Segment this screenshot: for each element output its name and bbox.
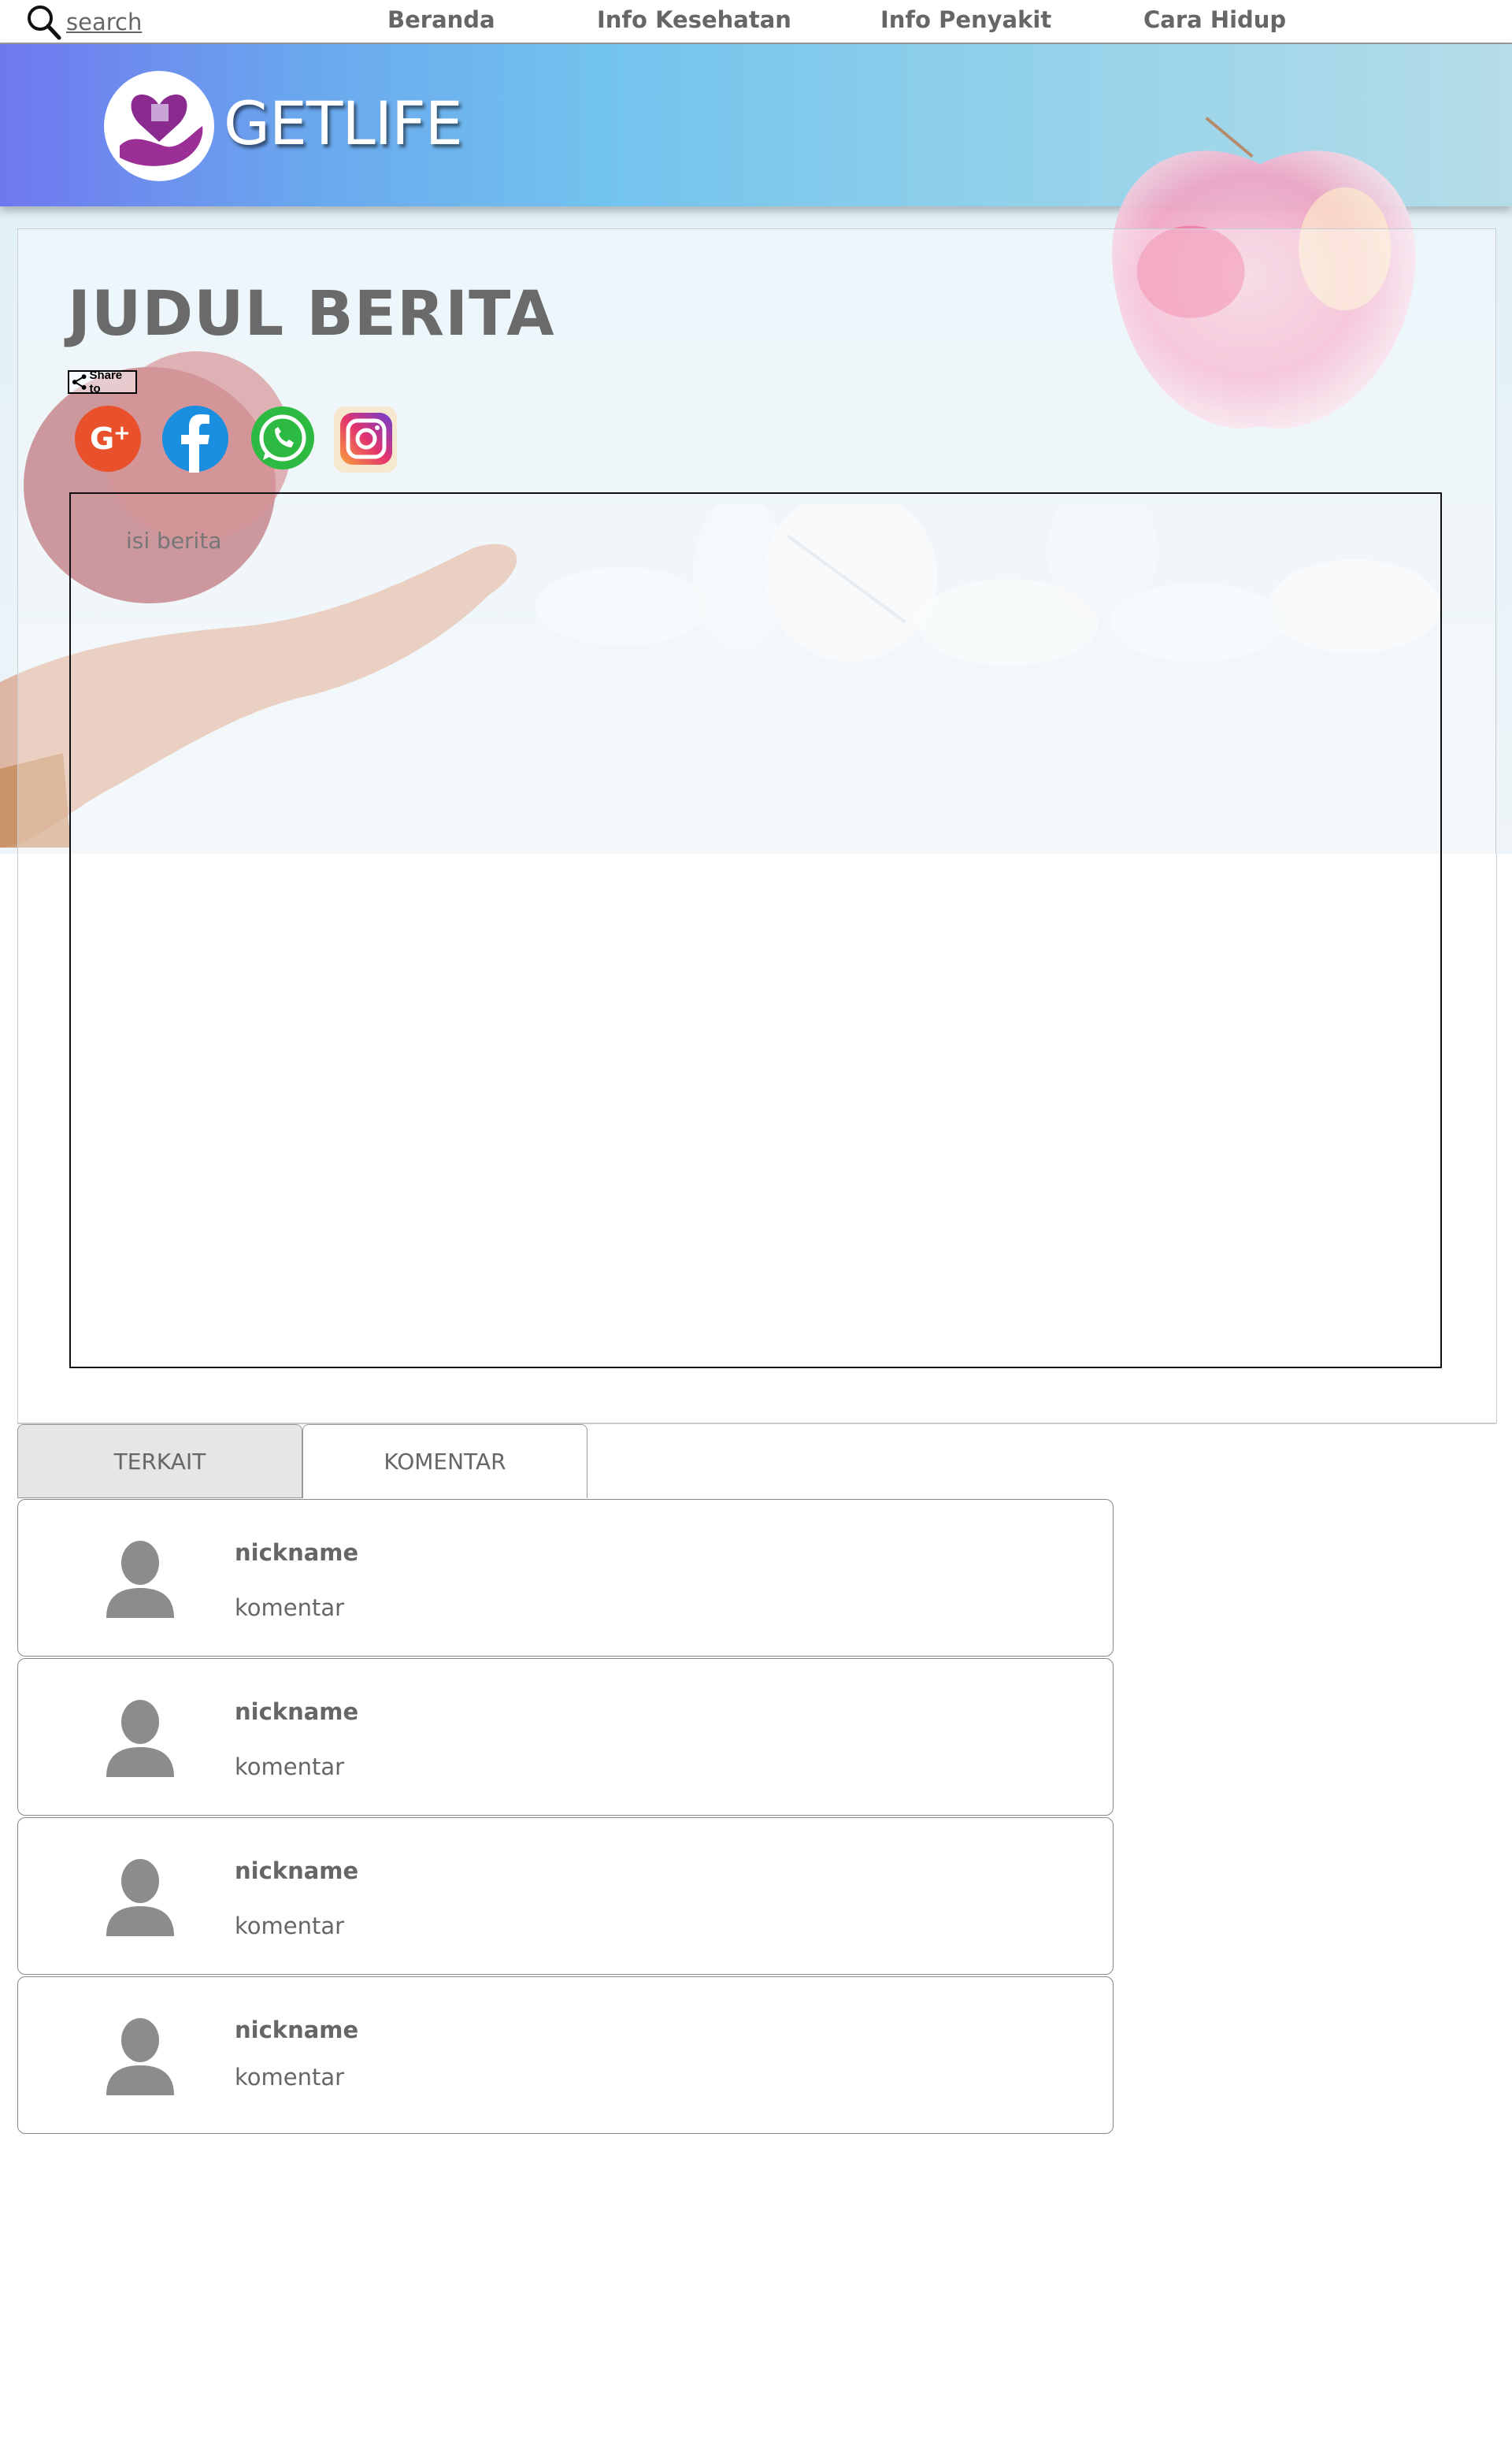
user-avatar-icon <box>106 1541 174 1618</box>
comment-nickname: nickname <box>235 1698 359 1725</box>
heart-hand-logo-icon <box>120 95 203 166</box>
comment-text: komentar <box>235 1594 345 1621</box>
share-button[interactable]: Share to <box>68 369 137 395</box>
comment-item: nickname komentar <box>17 1658 1114 1816</box>
user-avatar-icon <box>106 2018 174 2095</box>
facebook-icon[interactable] <box>160 403 231 474</box>
comment-text: komentar <box>235 1913 345 1939</box>
logo[interactable] <box>104 71 214 181</box>
comment-text: komentar <box>235 2064 345 2091</box>
nav-beranda[interactable]: Beranda <box>387 6 495 33</box>
nav-cara-hidup[interactable]: Cara Hidup <box>1143 6 1286 33</box>
user-avatar-icon <box>106 1700 174 1777</box>
comment-item: nickname komentar <box>17 1976 1114 2134</box>
share-icon <box>72 374 87 390</box>
comment-nickname: nickname <box>235 1539 359 1566</box>
nav-info-penyakit[interactable]: Info Penyakit <box>880 6 1051 33</box>
article-title: JUDUL BERITA <box>68 279 555 350</box>
search-area[interactable]: search <box>24 3 142 41</box>
share-label: Share to <box>89 369 123 395</box>
comment-item: nickname komentar <box>17 1817 1114 1975</box>
comment-nickname: nickname <box>235 1857 359 1884</box>
comment-item: nickname komentar <box>17 1499 1114 1657</box>
tab-terkait[interactable]: TERKAIT <box>17 1424 302 1498</box>
instagram-icon[interactable] <box>329 403 400 474</box>
top-navigation: search Beranda Info Kesehatan Info Penya… <box>0 0 1512 44</box>
search-icon[interactable] <box>24 2 63 42</box>
user-avatar-icon <box>106 1859 174 1936</box>
comment-text: komentar <box>235 1753 345 1780</box>
article-content-box <box>69 492 1442 1368</box>
comment-nickname: nickname <box>235 2017 359 2043</box>
whatsapp-icon[interactable] <box>247 403 318 474</box>
search-link[interactable]: search <box>66 9 142 35</box>
svg-text:G: G <box>90 421 114 456</box>
nav-info-kesehatan[interactable]: Info Kesehatan <box>597 6 791 33</box>
article-content: isi berita <box>126 528 222 554</box>
brand-name[interactable]: GETLIFE <box>224 88 463 158</box>
tab-komentar[interactable]: KOMENTAR <box>302 1424 587 1498</box>
svg-text:+: + <box>113 421 131 445</box>
google-plus-icon[interactable]: G + <box>72 403 143 474</box>
